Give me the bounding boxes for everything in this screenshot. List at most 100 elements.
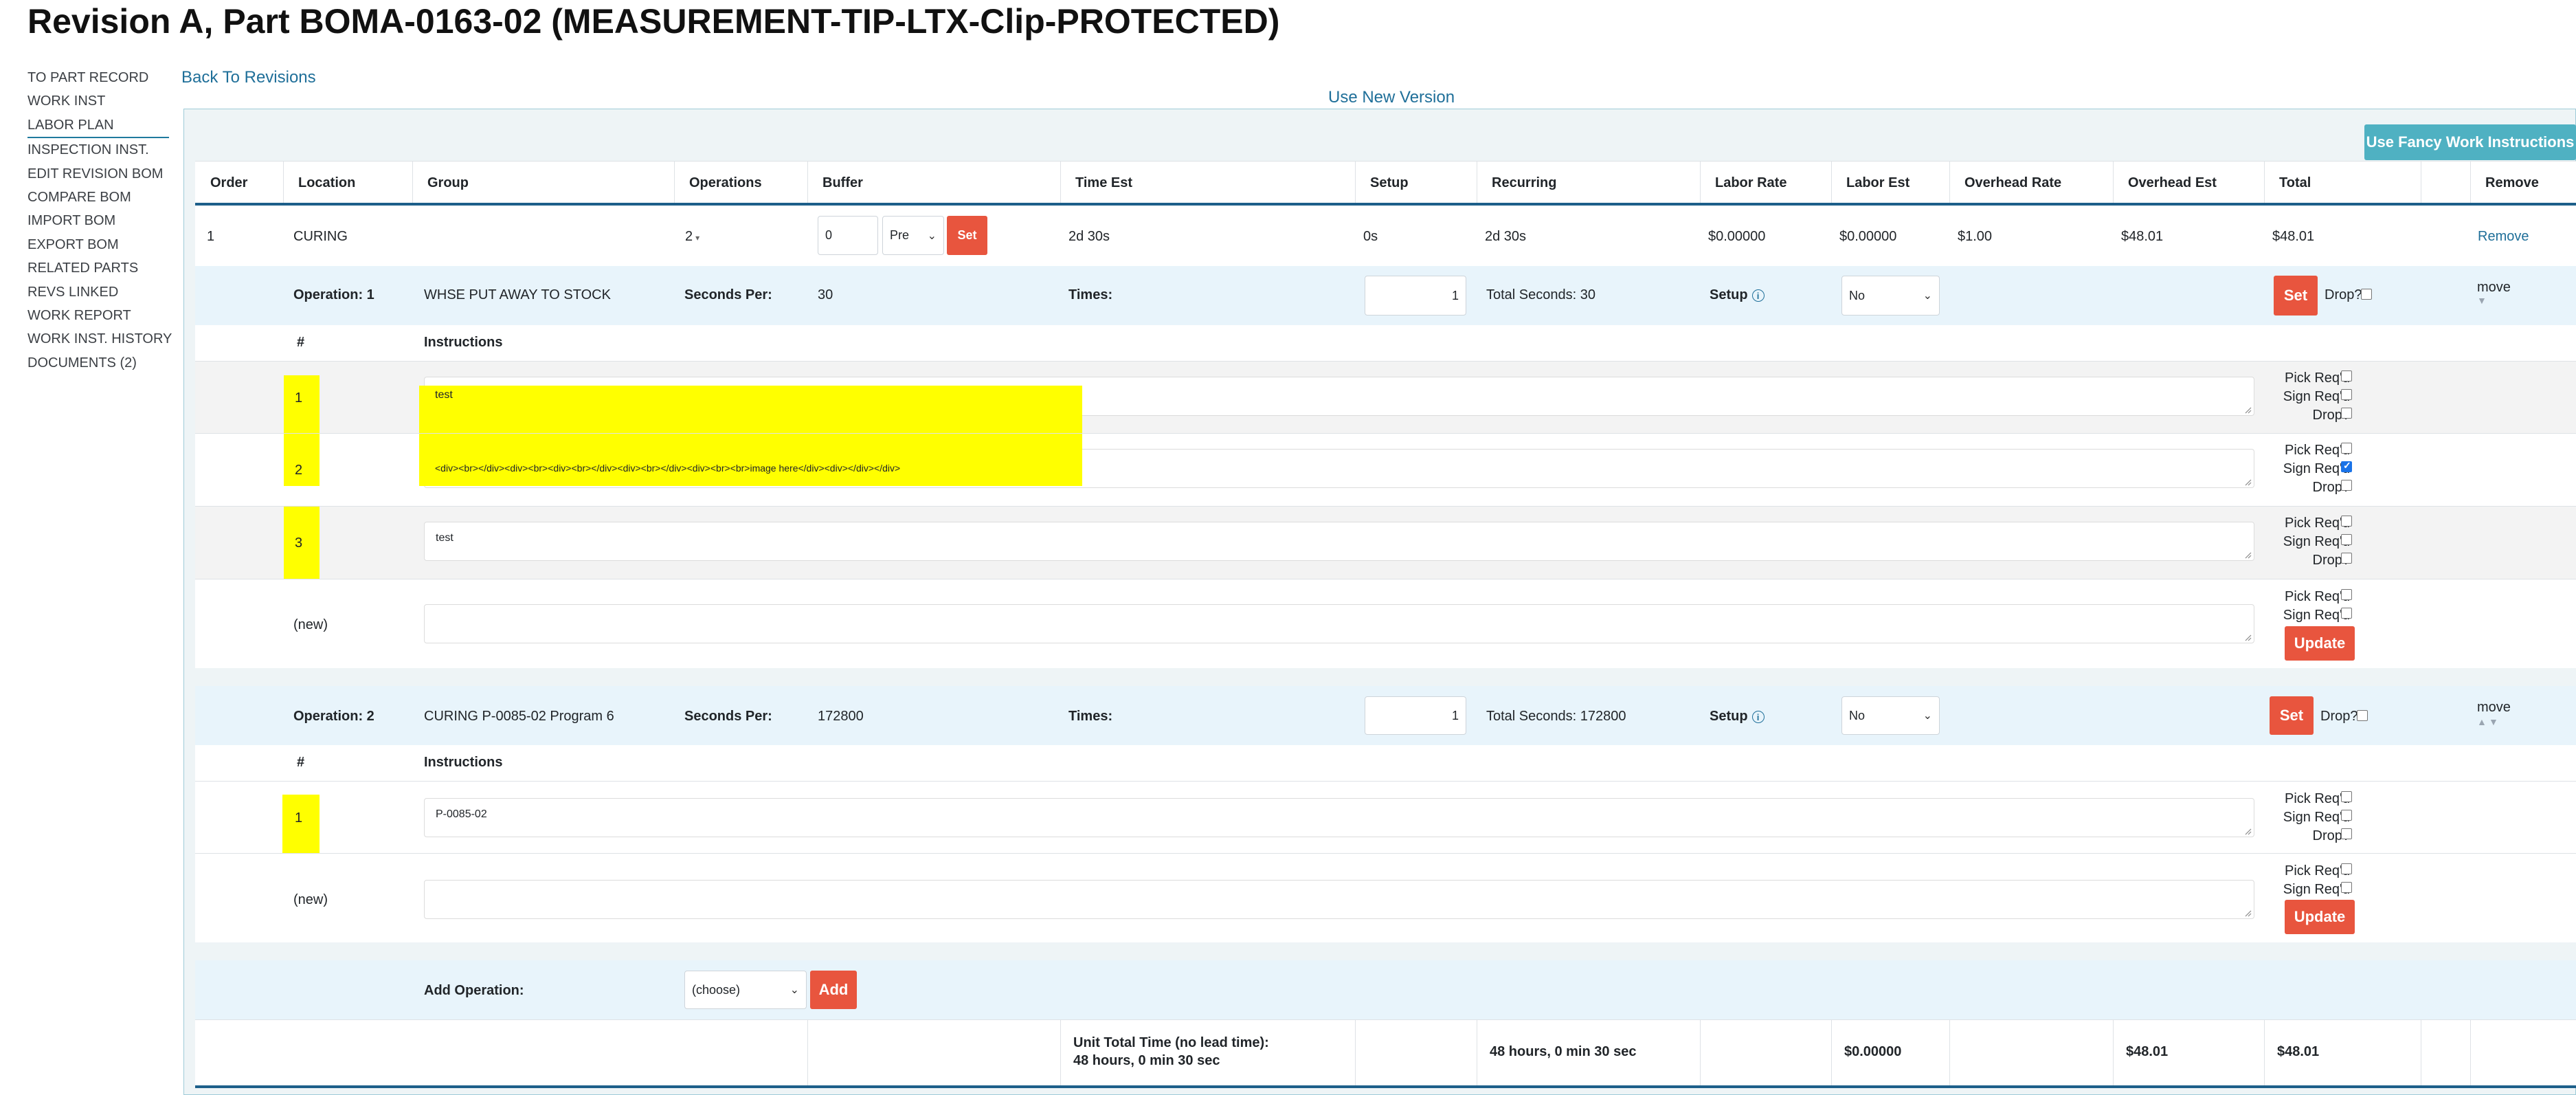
instruction-row: 3 test Pick Req'd Sign Req'd Drop?: [195, 506, 2576, 579]
update-button[interactable]: Update: [2285, 626, 2355, 661]
instructions-header: # Instructions: [195, 325, 2576, 361]
sign-reqd-label: Sign Req'd: [2283, 882, 2350, 897]
drop-checkbox[interactable]: [2357, 710, 2368, 721]
drop-checkbox[interactable]: [2341, 480, 2352, 491]
caret-down-icon[interactable]: ▼: [2489, 716, 2498, 727]
resize-handle-icon[interactable]: [2243, 909, 2252, 917]
row-total: $48.01: [2272, 229, 2315, 244]
operation-name: CURING P-0085-02 Program 6: [424, 709, 614, 724]
sign-reqd-checkbox[interactable]: [2341, 810, 2352, 821]
sidebar-item-compare-bom[interactable]: COMPARE BOM: [27, 186, 169, 209]
operation-set-button[interactable]: Set: [2270, 696, 2314, 735]
new-instruction-textarea[interactable]: [424, 604, 2254, 643]
drop-checkbox[interactable]: [2361, 289, 2372, 300]
sign-reqd-label: Sign Req'd: [2283, 461, 2350, 476]
seconds-per-label: Seconds Per:: [684, 287, 772, 302]
row-overhead-est: $48.01: [2121, 229, 2164, 244]
instructions-header: # Instructions: [195, 745, 2576, 781]
caret-down-icon[interactable]: ▼: [2477, 295, 2487, 306]
col-header-overhead-rate: Overhead Rate: [1964, 175, 2062, 190]
drop-checkbox[interactable]: [2341, 553, 2352, 564]
setup-select[interactable]: No ⌄: [1841, 276, 1940, 316]
seconds-per-label: Seconds Per:: [684, 709, 772, 724]
sidebar-item-edit-revision-bom[interactable]: EDIT REVISION BOM: [27, 162, 169, 186]
instruction-number: 3: [295, 535, 303, 551]
resize-handle-icon[interactable]: [2243, 827, 2252, 835]
col-header-order: Order: [210, 175, 248, 190]
drop-checkbox[interactable]: [2341, 828, 2352, 839]
move-label: move: [2477, 700, 2511, 715]
col-header-buffer: Buffer: [822, 175, 863, 190]
setup-select[interactable]: No ⌄: [1841, 696, 1940, 735]
chevron-down-icon: ⌄: [789, 984, 799, 996]
sidebar-item-inspection-inst[interactable]: INSPECTION INST.: [27, 138, 169, 162]
instruction-row: 2 <div><br></div><div><br><div><br></div…: [195, 433, 2576, 506]
sidebar-item-work-inst[interactable]: WORK INST: [27, 89, 169, 113]
sidebar-item-to-part-record[interactable]: TO PART RECORD: [27, 66, 169, 89]
seconds-per-value: 30: [818, 287, 833, 302]
buffer-set-button[interactable]: Set: [947, 216, 987, 255]
instruction-textarea[interactable]: P-0085-02: [424, 798, 2254, 837]
info-icon[interactable]: i: [1751, 710, 1765, 723]
sidebar-item-documents[interactable]: DOCUMENTS (2): [27, 351, 169, 375]
col-header-labor-rate: Labor Rate: [1715, 175, 1787, 190]
col-header-recurring: Recurring: [1492, 175, 1557, 190]
instruction-number: 1: [295, 390, 303, 406]
remove-link[interactable]: Remove: [2478, 229, 2529, 245]
sign-reqd-label: Sign Req'd: [2283, 389, 2350, 404]
new-instruction-textarea[interactable]: [424, 880, 2254, 919]
resize-handle-icon[interactable]: [2243, 633, 2252, 641]
add-operation-button[interactable]: Add: [810, 971, 857, 1009]
pick-reqd-checkbox[interactable]: [2341, 589, 2352, 600]
resize-handle-icon[interactable]: [2243, 478, 2252, 486]
sidebar-item-revs-linked[interactable]: REVS LINKED: [27, 280, 169, 304]
info-icon[interactable]: i: [1751, 289, 1765, 302]
sign-reqd-checkbox[interactable]: [2341, 389, 2352, 400]
use-new-version-link[interactable]: Use New Version: [1328, 87, 1455, 109]
caret-up-icon[interactable]: ▲: [2477, 716, 2487, 727]
resize-handle-icon[interactable]: [2243, 406, 2252, 414]
pick-reqd-checkbox[interactable]: [2341, 516, 2352, 527]
sign-reqd-checkbox[interactable]: [2341, 460, 2352, 472]
col-header-operations: Operations: [689, 175, 762, 190]
row-labor-est: $0.00000: [1839, 229, 1897, 244]
update-button[interactable]: Update: [2285, 900, 2355, 934]
pick-reqd-checkbox[interactable]: [2341, 443, 2352, 454]
instruction-row: 1 P-0085-02 Pick Req'd Sign Req'd Drop?: [195, 781, 2576, 854]
chevron-down-icon: ⌄: [927, 230, 937, 242]
sidebar-item-work-inst-history[interactable]: WORK INST. HISTORY: [27, 327, 172, 351]
pick-reqd-checkbox[interactable]: [2341, 791, 2352, 802]
grand-total: $48.01: [2277, 1044, 2320, 1059]
chevron-down-icon: ⌄: [1923, 710, 1932, 722]
total-recurring: 48 hours, 0 min 30 sec: [1490, 1044, 1637, 1059]
times-input[interactable]: 1: [1365, 696, 1466, 735]
sign-reqd-checkbox[interactable]: [2341, 882, 2352, 893]
sidebar-item-related-parts[interactable]: RELATED PARTS: [27, 256, 169, 280]
operation-set-button[interactable]: Set: [2274, 276, 2318, 316]
buffer-mode-select[interactable]: Pre ⌄: [882, 216, 944, 255]
operation-row-2: Operation: 2 CURING P-0085-02 Program 6 …: [195, 686, 2576, 745]
sidebar-item-labor-plan[interactable]: LABOR PLAN: [27, 113, 169, 139]
caret-down-icon: ▾: [695, 233, 700, 243]
add-operation-select[interactable]: (choose) ⌄: [684, 971, 807, 1009]
times-input[interactable]: 1: [1365, 276, 1466, 316]
pick-reqd-label: Pick Req'd: [2285, 863, 2350, 878]
setup-label: Setup i: [1710, 709, 1765, 725]
sidebar-item-import-bom[interactable]: IMPORT BOM: [27, 209, 169, 232]
pick-reqd-checkbox[interactable]: [2341, 863, 2352, 874]
back-to-revisions-link[interactable]: Back To Revisions: [181, 66, 316, 89]
resize-handle-icon[interactable]: [2243, 551, 2252, 559]
use-fancy-work-instructions-button[interactable]: Use Fancy Work Instructions: [2364, 124, 2576, 160]
buffer-input[interactable]: 0: [818, 216, 878, 255]
drop-checkbox[interactable]: [2341, 408, 2352, 419]
add-operation-row: Add Operation: (choose) ⌄ Add: [195, 960, 2576, 1019]
sign-reqd-checkbox[interactable]: [2341, 534, 2352, 545]
sidebar-item-work-report[interactable]: WORK REPORT: [27, 304, 169, 327]
instruction-textarea[interactable]: test: [424, 522, 2254, 561]
instruction-text: <div><br></div><div><br><div><br></div><…: [435, 463, 901, 474]
times-label: Times:: [1068, 287, 1113, 302]
sidebar-item-export-bom[interactable]: EXPORT BOM: [27, 233, 169, 256]
pick-reqd-checkbox[interactable]: [2341, 370, 2352, 381]
col-header-total: Total: [2279, 175, 2311, 190]
sign-reqd-checkbox[interactable]: [2341, 608, 2352, 619]
